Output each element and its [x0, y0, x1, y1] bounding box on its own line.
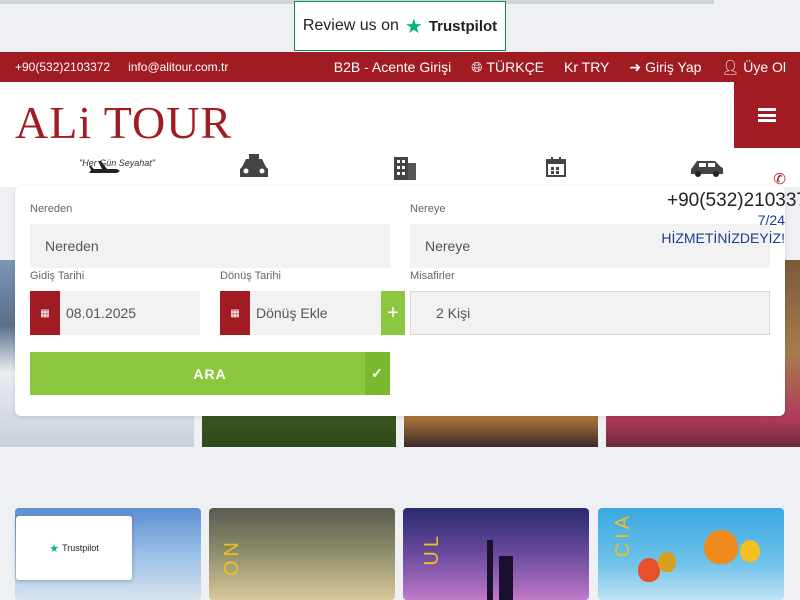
- tab-flight[interactable]: [84, 150, 124, 184]
- to-label: Nereye: [410, 203, 446, 215]
- balloon-shape: [740, 540, 760, 562]
- search-panel: Nereden Nereden Nereye Nereye Gidiş Tari…: [15, 186, 785, 416]
- add-return-button[interactable]: +: [381, 291, 405, 335]
- depart-calendar-button[interactable]: ▦: [30, 291, 60, 335]
- return-date-input[interactable]: Dönüş Ekle: [250, 291, 381, 335]
- login-link[interactable]: ➜ Giriş Yap: [629, 59, 701, 76]
- car-icon: [691, 161, 723, 177]
- service-tabs: [0, 150, 800, 184]
- search-button[interactable]: ARA ✓: [30, 352, 390, 395]
- tour-card[interactable]: ON: [209, 508, 395, 600]
- language-selector[interactable]: 🌐︎ TÜRKÇE: [471, 59, 544, 76]
- minaret-shape: [487, 540, 493, 600]
- topbar: +90(532)2103372 info@alitour.com.tr B2B …: [0, 52, 800, 82]
- trustpilot-star-icon: ★: [49, 542, 60, 555]
- mosque-shape: [499, 556, 513, 600]
- check-icon: ✓: [365, 352, 390, 395]
- logo-text: ALi TOUR: [15, 97, 233, 148]
- trustpilot-brand: Trustpilot: [428, 17, 498, 35]
- tab-taxi[interactable]: [234, 150, 274, 184]
- logo[interactable]: ALi TOUR "Her Gün Seyahat": [15, 96, 235, 168]
- balloon-shape: [638, 558, 660, 582]
- sign-in-icon: ➜: [629, 58, 642, 75]
- tab-hotel[interactable]: [385, 150, 425, 184]
- tour-card[interactable]: UL: [403, 508, 589, 600]
- contact-hours: 7/24: [757, 212, 785, 228]
- taxi-icon: [240, 154, 268, 177]
- contact-service: HİZMETİNİZDEYİZ!: [661, 230, 785, 246]
- tour-card[interactable]: CIA: [598, 508, 784, 600]
- depart-label: Gidiş Tarihi: [30, 270, 85, 282]
- tab-tour[interactable]: [536, 150, 576, 184]
- trustpilot-mini-brand: Trustpilot: [62, 543, 99, 553]
- currency-selector[interactable]: Kr TRY: [564, 59, 609, 76]
- trustpilot-prefix: Review us on: [302, 17, 399, 34]
- from-label: Nereden: [30, 203, 73, 215]
- hotel-icon: [394, 157, 416, 180]
- calendar-icon: [546, 157, 566, 177]
- guests-input[interactable]: 2 Kişi: [410, 291, 770, 335]
- card-title: UL: [421, 532, 443, 566]
- depart-date-input[interactable]: 08.01.2025: [60, 291, 200, 335]
- user-plus-icon: 👤︎: [721, 58, 740, 75]
- calendar-icon: ▦: [40, 307, 50, 319]
- b2b-login-link[interactable]: B2B - Acente Girişi: [334, 59, 452, 76]
- globe-icon: 🌐︎: [471, 58, 483, 75]
- card-title: ON: [221, 538, 243, 576]
- trustpilot-widget[interactable]: ★ Trustpilot: [16, 516, 132, 580]
- guests-label: Misafirler: [410, 270, 455, 282]
- return-label: Dönüş Tarihi: [220, 270, 281, 282]
- flight-icon: [89, 161, 120, 173]
- card-title: CIA: [612, 512, 634, 558]
- trustpilot-star-icon: ★: [404, 15, 423, 38]
- phone-icon: ✆: [773, 171, 786, 188]
- from-input[interactable]: Nereden: [30, 224, 390, 268]
- calendar-icon: ▦: [230, 307, 240, 319]
- hamburger-menu-button[interactable]: [734, 82, 800, 148]
- tab-car-rental[interactable]: [687, 150, 727, 184]
- balloon-shape: [658, 552, 676, 572]
- return-calendar-button[interactable]: ▦: [220, 291, 250, 335]
- topbar-email[interactable]: info@alitour.com.tr: [128, 60, 228, 74]
- topbar-phone[interactable]: +90(532)2103372: [15, 60, 110, 74]
- register-link[interactable]: 👤︎ Üye Ol: [721, 59, 786, 76]
- trustpilot-review-button[interactable]: Review us on ★ Trustpilot: [294, 1, 506, 51]
- contact-phone[interactable]: +90(532)2103372: [667, 190, 800, 212]
- hamburger-icon: [758, 108, 776, 122]
- balloon-shape: [704, 530, 738, 564]
